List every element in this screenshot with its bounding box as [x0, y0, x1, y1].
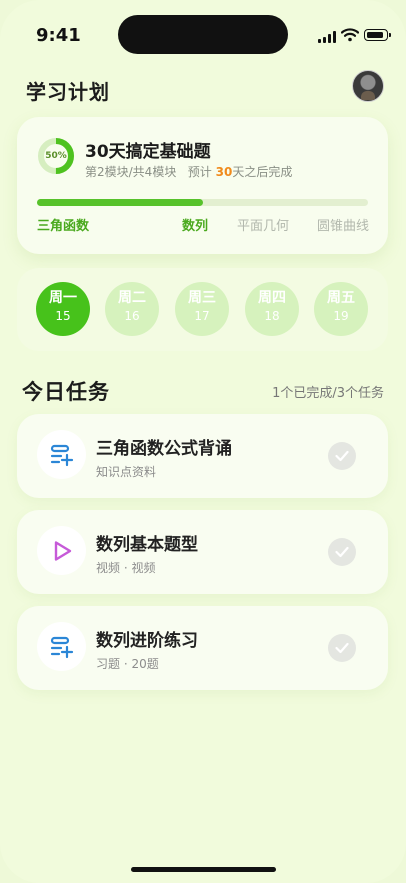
task-meta: 视频 · 视频 — [96, 561, 156, 575]
task-card[interactable]: 数列进阶练习 习题 · 20题 — [17, 606, 388, 690]
plan-eta-prefix: 预计 — [187, 165, 212, 179]
task-title: 数列基本题型 — [96, 535, 198, 555]
plan-subtitle: 第2模块/共4模块 预计 30天之后完成 — [85, 163, 292, 180]
plan-progress-fill — [37, 199, 203, 206]
dynamic-island — [118, 15, 288, 54]
day-date: 19 — [333, 309, 349, 323]
plan-progress-bar — [37, 199, 368, 206]
check-icon — [335, 450, 349, 462]
plan-title: 30天搞定基础题 — [85, 142, 211, 162]
day-name: 周三 — [188, 290, 216, 306]
day-date: 16 — [124, 309, 140, 323]
page-title: 学习计划 — [26, 80, 110, 104]
day-name: 周一 — [49, 290, 77, 306]
module-label[interactable]: 三角函数 — [37, 215, 89, 234]
day-name: 周二 — [118, 290, 146, 306]
avatar[interactable] — [352, 70, 384, 102]
task-count: 1个已完成/3个任务 — [272, 386, 384, 401]
day-pill[interactable]: 周三 17 — [175, 282, 229, 336]
wifi-icon — [341, 28, 359, 42]
task-icon-badge — [37, 430, 86, 479]
plan-eta-days: 30 — [215, 165, 233, 179]
play-icon — [54, 541, 72, 561]
module-label[interactable]: 平面几何 — [237, 215, 289, 234]
day-pill[interactable]: 周一 15 — [36, 282, 90, 336]
task-icon-badge — [37, 622, 86, 671]
day-pill[interactable]: 周五 19 — [314, 282, 368, 336]
status-time: 9:41 — [36, 25, 81, 46]
task-icon-badge — [37, 526, 86, 575]
module-label[interactable]: 数列 — [182, 215, 208, 234]
progress-ring-label: 50% — [45, 151, 67, 161]
cellular-signal-icon — [318, 31, 336, 43]
task-complete-checkbox[interactable] — [328, 538, 356, 566]
task-complete-checkbox[interactable] — [328, 442, 356, 470]
day-date: 18 — [264, 309, 280, 323]
day-pill[interactable]: 周二 16 — [105, 282, 159, 336]
check-icon — [335, 642, 349, 654]
plan-module-count: 第2模块/共4模块 — [85, 165, 177, 179]
day-date: 15 — [55, 309, 71, 323]
task-meta: 习题 · 20题 — [96, 657, 159, 671]
plan-eta-suffix: 天之后完成 — [232, 165, 293, 179]
status-bar: 9:41 — [0, 0, 406, 70]
home-indicator[interactable] — [131, 867, 276, 872]
day-date: 17 — [194, 309, 210, 323]
task-card[interactable]: 数列基本题型 视频 · 视频 — [17, 510, 388, 594]
check-icon — [335, 546, 349, 558]
task-card[interactable]: 三角函数公式背诵 知识点资料 — [17, 414, 388, 498]
section-title: 今日任务 — [22, 380, 110, 404]
list-add-icon — [50, 636, 74, 659]
app-screen: 9:41 学习计划 50% 30天搞定基础题 第2模块/共4模块 预计 30天之… — [0, 0, 406, 883]
task-meta: 知识点资料 — [96, 465, 157, 479]
battery-icon — [364, 29, 391, 41]
task-title: 数列进阶练习 — [96, 631, 198, 651]
plan-card[interactable]: 50% 30天搞定基础题 第2模块/共4模块 预计 30天之后完成 三角函数 数… — [17, 117, 388, 254]
day-name: 周四 — [258, 290, 286, 306]
module-label[interactable]: 圆锥曲线 — [317, 215, 369, 234]
task-title: 三角函数公式背诵 — [96, 439, 232, 459]
week-selector: 周一 15 周二 16 周三 17 周四 18 周五 19 — [17, 268, 388, 351]
task-complete-checkbox[interactable] — [328, 634, 356, 662]
day-pill[interactable]: 周四 18 — [245, 282, 299, 336]
day-name: 周五 — [327, 290, 355, 306]
list-add-icon — [50, 444, 74, 467]
